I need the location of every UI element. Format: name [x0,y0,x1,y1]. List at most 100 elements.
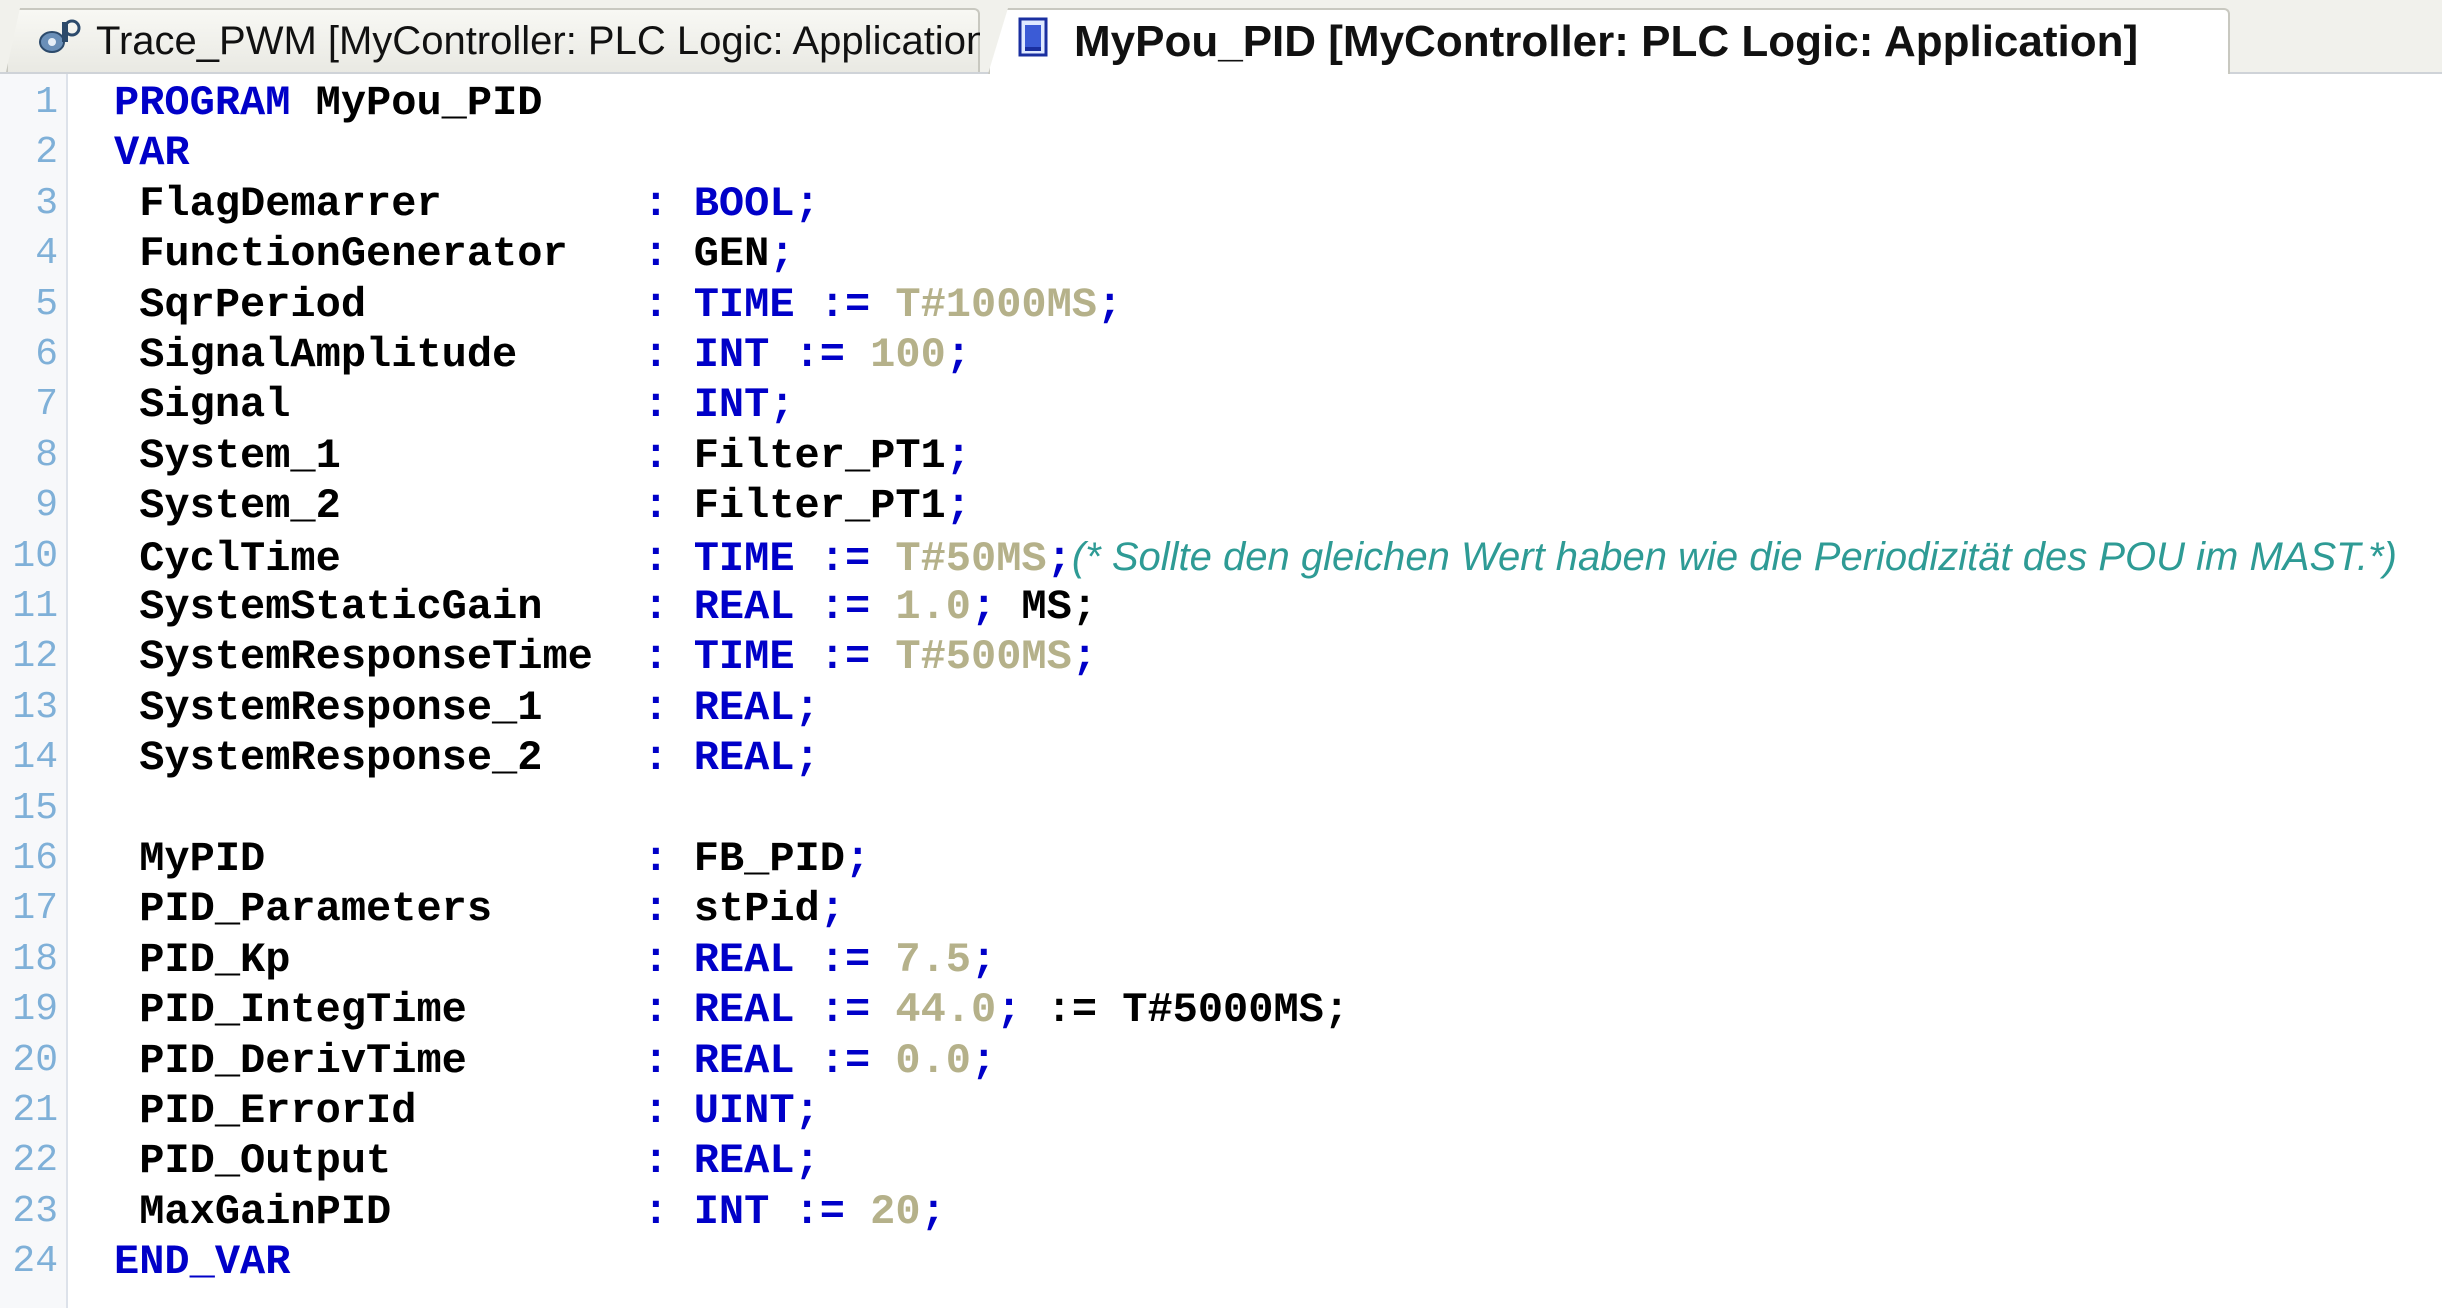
code-text: PID_DerivTime : REAL := 0.0; [114,1036,996,1086]
code-text: PROGRAM MyPou_PID [114,78,542,128]
code-token-kw: BOOL [693,179,795,228]
line-number: 11 [12,585,58,628]
code-line[interactable]: 6 SignalAmplitude : INT := 100; [0,330,2442,380]
code-token-id: Filter_PT1 [693,431,946,480]
code-token-op: ; [971,935,997,984]
code-token-lit: T#500MS [895,633,1072,682]
code-token-op: ; [794,683,820,732]
code-token-op: : [643,1036,694,1085]
code-token-lit: 1.0 [895,583,971,631]
code-token-op: ; [1071,633,1098,682]
code-line[interactable]: 13 SystemResponse_1 : REAL; [0,683,2442,733]
line-number: 24 [12,1240,58,1284]
code-token-id: GEN [693,230,770,279]
code-text: System_2 : Filter_PT1; [114,481,971,531]
line-number: 2 [35,131,58,175]
code-editor[interactable]: 1 PROGRAM MyPou_PID 2 VAR 3 FlagDemarrer : B… [0,74,2442,1308]
code-token-kw: TIME [693,280,795,329]
code-line[interactable]: 7 Signal : INT; [0,380,2442,430]
code-line[interactable]: 9 System_2 : Filter_PT1; [0,481,2442,531]
code-token-kw: PROGRAM [114,79,291,127]
code-line[interactable]: 24 END_VAR [0,1237,2442,1287]
code-token-kw: TIME [693,534,795,583]
code-text: Signal : INT; [114,380,794,430]
code-token-op: ; [1046,534,1072,583]
code-token-id: PID_Output [114,1137,644,1186]
code-line[interactable]: 12 SystemResponseTime : TIME := T#500MS; [0,632,2442,682]
tab-label: Trace_PWM [MyController: PLC Logic: Appl… [96,18,1000,63]
tab-mypou-pid[interactable]: MyPou_PID [MyController: PLC Logic: Appl… [988,8,2230,74]
code-token-id: := T#5000MS; [1021,986,1350,1035]
code-token-op: ; [945,331,972,379]
code-token-id: SignalAmplitude [114,331,644,379]
trace-icon [38,16,82,66]
code-token-id: SystemStaticGain [114,583,644,631]
code-line[interactable]: 10 CyclTime : TIME := T#50MS;(* Sollte d… [0,532,2442,583]
code-line[interactable]: 3 FlagDemarrer : BOOL; [0,179,2442,229]
code-line[interactable]: 11 SystemStaticGain : REAL := 1.0; MS; [0,582,2442,632]
code-token-op: : [643,482,694,531]
code-token-op: : [643,1137,694,1186]
line-number: 13 [12,685,58,729]
code-text: PID_ErrorId : UINT; [114,1086,820,1136]
code-token-op: ; [945,482,971,531]
code-token-id: PID_DerivTime [114,1036,644,1085]
code-line[interactable]: 15 [0,784,2442,834]
code-token-kw: REAL [693,1036,795,1085]
code-token-op: := [794,633,896,682]
code-line[interactable]: 16 MyPID : FB_PID; [0,834,2442,884]
code-token-op: : [643,280,694,329]
code-token-lit: T#50MS [895,534,1047,583]
code-line[interactable]: 4 FunctionGenerator : GEN; [0,229,2442,279]
code-token-op: : [643,885,694,934]
code-token-lit: T#1000MS [895,280,1098,329]
code-token-id: FB_PID [693,835,845,883]
code-line[interactable]: 1 PROGRAM MyPou_PID [0,78,2442,128]
code-token-id: SystemResponseTime [114,633,644,682]
pou-icon [1018,17,1048,68]
code-token-op: ; [794,1137,820,1186]
code-token-op: ; [1097,280,1123,329]
code-token-kw: END_VAR [114,1238,291,1287]
tab-trace-pwm[interactable]: Trace_PWM [MyController: PLC Logic: Appl… [6,8,980,72]
code-token-lit: 20 [870,1187,921,1236]
code-line[interactable]: 8 System_1 : Filter_PT1; [0,431,2442,481]
code-text: SignalAmplitude : INT := 100; [114,330,971,380]
code-line[interactable]: 21 PID_ErrorId : UINT; [0,1086,2442,1136]
code-text: SystemResponseTime : TIME := T#500MS; [114,632,1097,682]
code-token-op: ; [971,583,1022,631]
code-line[interactable]: 17 PID_Parameters : stPid; [0,884,2442,934]
code-token-op: ; [945,431,971,480]
line-number: 16 [12,837,58,880]
code-token-op: := [794,986,896,1035]
code-token-op: ; [819,885,845,934]
line-number: 9 [35,484,58,528]
code-line[interactable]: 5 SqrPeriod : TIME := T#1000MS; [0,280,2442,330]
code-token-kw: INT [693,381,770,430]
code-line[interactable]: 18 PID_Kp : REAL := 7.5; [0,935,2442,985]
code-token-id: CyclTime [114,534,644,583]
code-token-lit: 100 [870,331,946,379]
code-line[interactable]: 2 VAR [0,128,2442,178]
code-token-kw: REAL [693,583,795,631]
code-token-id: PID_IntegTime [114,986,644,1035]
code-text: MaxGainPID : INT := 20; [114,1187,946,1237]
code-line[interactable]: 20 PID_DerivTime : REAL := 0.0; [0,1036,2442,1086]
code-token-op: ; [844,835,871,883]
code-text: SqrPeriod : TIME := T#1000MS; [114,280,1122,330]
code-token-kw: UINT [693,1087,795,1135]
code-token-op: : [643,835,694,883]
code-token-op: ; [920,1187,946,1236]
code-text: SystemResponse_2 : REAL; [114,733,820,783]
code-line[interactable]: 14 SystemResponse_2 : REAL; [0,733,2442,783]
code-line[interactable]: 23 MaxGainPID : INT := 20; [0,1187,2442,1237]
code-token-id: MyPID [114,835,644,883]
code-token-op: : [643,734,694,783]
code-token-id: System_2 [114,482,644,531]
code-token-id: SystemResponse_2 [114,734,644,783]
code-token-op: ; [996,986,1022,1035]
code-text: FlagDemarrer : BOOL; [114,179,820,229]
code-line[interactable]: 19 PID_IntegTime : REAL := 44.0; := T#50… [0,985,2442,1035]
code-line[interactable]: 22 PID_Output : REAL; [0,1136,2442,1186]
code-token-id: PID_Kp [114,935,644,984]
